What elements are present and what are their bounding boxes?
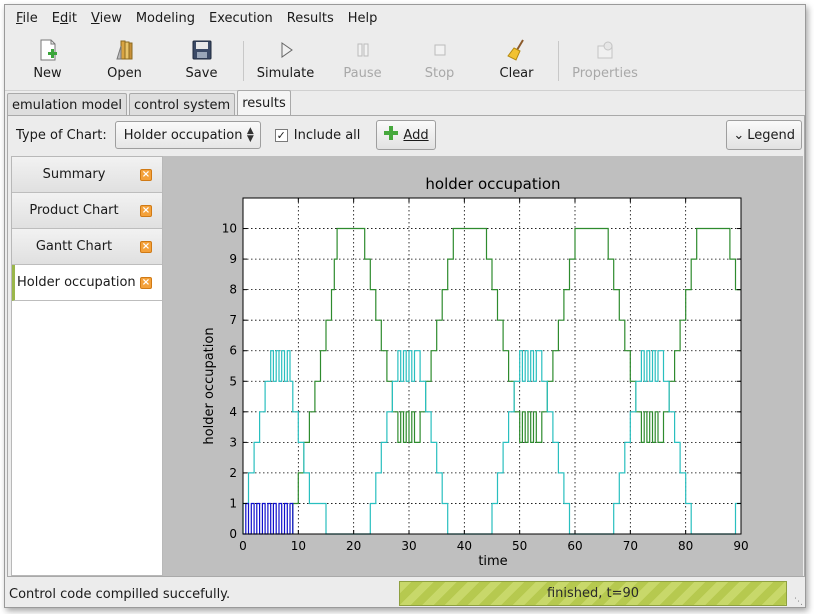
- y-tick-label: 6: [229, 344, 237, 358]
- results-panel: Type of Chart: Holder occupation ▲ ▼ ✓ In…: [7, 115, 805, 577]
- simulate-button[interactable]: Simulate: [247, 31, 324, 89]
- new-button[interactable]: New: [9, 31, 86, 89]
- legend-button[interactable]: ⌄ Legend: [726, 120, 802, 150]
- tab-emulation-model[interactable]: emulation model: [7, 93, 127, 116]
- holder-occupation-chart: holder occupation time holder occupation…: [202, 175, 749, 569]
- x-tick-label: 50: [512, 539, 527, 553]
- menu-view[interactable]: View: [84, 11, 129, 26]
- progress-text: finished, t=90: [546, 586, 640, 601]
- side-tab-label: Summary: [42, 167, 106, 182]
- status-message: Control code compilled succefully.: [9, 586, 231, 602]
- pause-button[interactable]: Pause: [324, 31, 401, 89]
- pause-icon: [350, 37, 376, 63]
- close-icon[interactable]: ×: [140, 205, 152, 217]
- x-tick-label: 0: [239, 539, 247, 553]
- play-icon: [273, 37, 299, 63]
- close-icon[interactable]: ×: [140, 241, 152, 253]
- stop-button[interactable]: Stop: [401, 31, 478, 89]
- resize-grip-icon[interactable]: ⋱: [794, 597, 803, 607]
- menu-bar: File Edit View Modeling Execution Result…: [5, 5, 805, 31]
- close-icon[interactable]: ×: [140, 277, 152, 289]
- tab-results[interactable]: results: [237, 90, 291, 116]
- y-tick-label: 5: [229, 374, 237, 388]
- spinner-arrows-icon: ▲ ▼: [246, 126, 254, 144]
- clear-button[interactable]: Clear: [478, 31, 555, 89]
- new-file-icon: [35, 37, 61, 63]
- side-tab-label: Gantt Chart: [35, 239, 113, 254]
- chart-type-label: Type of Chart:: [16, 127, 107, 143]
- x-tick-label: 80: [678, 539, 693, 553]
- progress-bar: finished, t=90: [399, 581, 787, 606]
- app-window: File Edit View Modeling Execution Result…: [4, 4, 806, 608]
- legend-label: Legend: [747, 127, 795, 143]
- x-tick-label: 10: [291, 539, 306, 553]
- save-button[interactable]: Save: [163, 31, 240, 89]
- broom-icon: [504, 37, 530, 63]
- menu-file[interactable]: File: [9, 11, 45, 26]
- main-toolbar: New Open Save Simulate Pause Stop Clear …: [5, 31, 805, 91]
- x-tick-label: 30: [401, 539, 416, 553]
- chart-canvas: holder occupation time holder occupation…: [163, 156, 803, 576]
- save-disk-icon: [189, 37, 215, 63]
- y-tick-label: 4: [229, 405, 237, 419]
- chart-type-value: Holder occupation: [123, 127, 243, 143]
- y-tick-label: 7: [229, 313, 237, 327]
- y-tick-label: 1: [229, 496, 237, 510]
- checkmark-icon: ✓: [274, 128, 288, 142]
- chart-list-sidebar: Summary × Product Chart × Gantt Chart × …: [11, 156, 163, 576]
- y-tick-label: 10: [222, 222, 237, 236]
- open-folder-icon: [112, 37, 138, 63]
- include-all-checkbox[interactable]: ✓ Include all: [274, 127, 361, 143]
- menu-execution[interactable]: Execution: [202, 11, 280, 26]
- side-tab-label: Holder occupation: [17, 275, 136, 290]
- open-button[interactable]: Open: [86, 31, 163, 89]
- plus-icon: [383, 125, 399, 145]
- side-tab-gantt-chart[interactable]: Gantt Chart ×: [12, 229, 162, 265]
- status-bar: Control code compilled succefully. finis…: [5, 579, 805, 607]
- stop-icon: [427, 37, 453, 63]
- toolbar-separator: [558, 41, 559, 81]
- add-label: Add: [403, 127, 429, 143]
- side-tab-product-chart[interactable]: Product Chart ×: [12, 193, 162, 229]
- menu-modeling[interactable]: Modeling: [129, 11, 202, 26]
- y-tick-label: 0: [229, 527, 237, 541]
- properties-button[interactable]: Properties: [562, 31, 648, 89]
- chevron-down-icon: ⌄: [733, 127, 745, 143]
- x-tick-label: 20: [346, 539, 361, 553]
- menu-results[interactable]: Results: [280, 11, 341, 26]
- properties-gear-icon: [592, 37, 618, 63]
- menu-edit[interactable]: Edit: [45, 11, 84, 26]
- side-tab-summary[interactable]: Summary ×: [12, 157, 162, 193]
- include-all-label: Include all: [293, 127, 361, 143]
- chart-type-select[interactable]: Holder occupation ▲ ▼: [114, 121, 261, 149]
- main-tabs: emulation model control system results: [5, 90, 805, 116]
- x-tick-label: 70: [623, 539, 638, 553]
- toolbar-separator: [243, 41, 244, 81]
- close-icon[interactable]: ×: [140, 169, 152, 181]
- x-axis-label: time: [478, 554, 507, 569]
- y-tick-label: 8: [229, 283, 237, 297]
- y-tick-label: 2: [229, 466, 237, 480]
- tab-control-system[interactable]: control system: [129, 93, 236, 116]
- menu-help[interactable]: Help: [341, 11, 385, 26]
- y-tick-label: 9: [229, 252, 237, 266]
- side-tab-holder-occupation[interactable]: Holder occupation ×: [12, 265, 162, 301]
- x-tick-label: 90: [733, 539, 748, 553]
- chart-title: holder occupation: [425, 175, 560, 193]
- y-tick-label: 3: [229, 435, 237, 449]
- x-tick-label: 60: [567, 539, 582, 553]
- side-tab-label: Product Chart: [29, 203, 119, 218]
- x-tick-label: 40: [457, 539, 472, 553]
- plot-background: [243, 198, 741, 534]
- chart-toolbar: Type of Chart: Holder occupation ▲ ▼ ✓ In…: [8, 116, 804, 154]
- add-button[interactable]: Add: [376, 120, 436, 150]
- y-axis-label: holder occupation: [202, 327, 217, 444]
